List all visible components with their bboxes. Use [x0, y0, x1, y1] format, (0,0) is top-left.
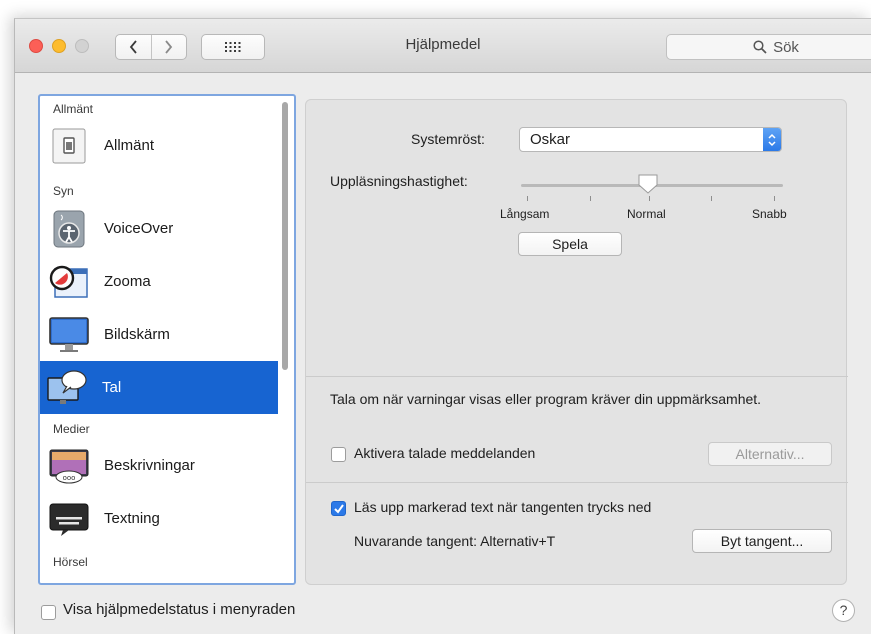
search-placeholder: Sök — [773, 38, 799, 56]
voiceover-icon — [48, 208, 90, 250]
enable-spoken-alerts-checkbox[interactable] — [331, 447, 346, 462]
sidebar-item-zoom[interactable]: Zooma — [42, 255, 276, 308]
svg-text:ooo: ooo — [63, 474, 76, 482]
descriptions-icon: ooo — [48, 445, 90, 487]
speech-icon — [46, 367, 88, 409]
section-header-media: Medier — [53, 422, 90, 436]
slider-tick — [774, 196, 775, 201]
preferences-window: Hjälpmedel Sök Allmänt Allmänt Syn Voice… — [14, 18, 871, 634]
sidebar-item-descriptions[interactable]: ooo Beskrivningar — [42, 439, 276, 492]
sidebar-item-voiceover[interactable]: VoiceOver — [42, 202, 276, 255]
sidebar-item-captions[interactable]: Textning — [42, 492, 276, 545]
title-bar: Hjälpmedel Sök — [15, 19, 871, 73]
speak-selection-checkbox[interactable] — [331, 501, 346, 516]
sidebar-item-label: VoiceOver — [104, 220, 174, 237]
rate-max-label: Snabb — [752, 207, 787, 221]
sidebar-item-speech[interactable]: Tal — [40, 361, 278, 414]
search-field[interactable]: Sök — [666, 34, 871, 60]
show-status-in-menubar-checkbox[interactable] — [41, 605, 56, 620]
show-status-in-menubar-label: Visa hjälpmedelstatus i menyraden — [63, 601, 296, 618]
help-button[interactable]: ? — [832, 599, 855, 622]
alerts-options-button[interactable]: Alternativ... — [708, 442, 832, 466]
sidebar-item-label: Bildskärm — [104, 326, 170, 343]
section-divider — [306, 376, 848, 377]
play-button[interactable]: Spela — [518, 232, 622, 256]
enable-spoken-alerts-label: Aktivera talade meddelanden — [354, 445, 536, 461]
sidebar-item-label: Allmänt — [104, 137, 155, 154]
checkmark-icon — [334, 504, 344, 514]
system-voice-label: Systemröst: — [411, 131, 485, 147]
slider-tick — [711, 196, 712, 201]
sidebar-scrollbar[interactable] — [282, 102, 288, 370]
popup-arrows-icon — [763, 128, 781, 151]
display-icon — [48, 314, 90, 356]
speak-selection-label: Läs upp markerad text när tangenten tryc… — [354, 499, 652, 515]
sidebar-item-label: Beskrivningar — [104, 457, 195, 474]
section-header-general: Allmänt — [53, 102, 94, 116]
sidebar-item-display[interactable]: Bildskärm — [42, 308, 276, 361]
speaking-rate-knob[interactable] — [637, 173, 659, 195]
slider-tick — [649, 196, 650, 201]
alerts-description: Tala om när varningar visas eller progra… — [330, 391, 762, 407]
general-icon — [48, 125, 90, 167]
captions-icon — [48, 498, 90, 540]
rate-min-label: Långsam — [500, 207, 550, 221]
search-icon — [753, 40, 767, 54]
section-header-vision: Syn — [53, 184, 74, 198]
section-divider — [306, 482, 848, 483]
slider-tick — [590, 196, 591, 201]
sidebar-item-general[interactable]: Allmänt — [42, 119, 276, 172]
slider-tick — [527, 196, 528, 201]
sidebar-item-label: Textning — [104, 510, 160, 527]
rate-mid-label: Normal — [627, 207, 666, 221]
section-header-hearing: Hörsel — [53, 555, 88, 569]
system-voice-popup[interactable]: Oskar — [519, 127, 782, 152]
speech-settings-panel: Systemröst: Oskar Uppläsningshastighet: … — [305, 99, 848, 585]
change-key-button[interactable]: Byt tangent... — [692, 529, 832, 553]
zoom-icon — [48, 261, 90, 303]
current-key-label: Nuvarande tangent: Alternativ+T — [354, 533, 556, 549]
sidebar-item-label: Zooma — [104, 273, 151, 290]
category-list[interactable]: Allmänt Allmänt Syn VoiceOver Zooma Bild — [38, 94, 296, 585]
speaking-rate-label: Uppläsningshastighet: — [330, 173, 468, 189]
sidebar-item-label: Tal — [102, 379, 122, 396]
system-voice-value: Oskar — [530, 131, 571, 148]
